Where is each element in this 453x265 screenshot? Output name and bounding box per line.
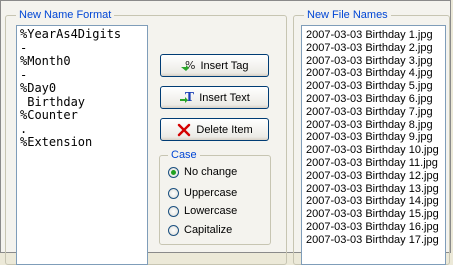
list-item[interactable]: 2007-03-03 Birthday 9.jpg xyxy=(306,131,445,144)
list-item[interactable]: 2007-03-03 Birthday 6.jpg xyxy=(306,93,445,106)
list-item[interactable]: 2007-03-03 Birthday 8.jpg xyxy=(306,119,445,132)
format-line[interactable]: %Day0 xyxy=(20,81,147,96)
list-item[interactable]: 2007-03-03 Birthday 14.jpg xyxy=(306,195,445,208)
list-item[interactable]: 2007-03-03 Birthday 12.jpg xyxy=(306,170,445,183)
list-item[interactable]: 2007-03-03 Birthday 3.jpg xyxy=(306,55,445,68)
file-names-list[interactable]: 2007-03-03 Birthday 1.jpg 2007-03-03 Birt… xyxy=(301,25,446,265)
list-item[interactable]: 2007-03-03 Birthday 16.jpg xyxy=(306,221,445,234)
svg-text:T: T xyxy=(185,90,194,104)
list-item[interactable]: 2007-03-03 Birthday 4.jpg xyxy=(306,67,445,80)
list-item[interactable]: 2007-03-03 Birthday 7.jpg xyxy=(306,106,445,119)
list-item[interactable]: 2007-03-03 Birthday 17.jpg xyxy=(306,234,445,247)
case-group: Case No change Uppercase Lowercase Capit… xyxy=(159,148,271,245)
insert-text-button[interactable]: T Insert Text xyxy=(160,86,269,109)
list-item[interactable]: 2007-03-03 Birthday 13.jpg xyxy=(306,183,445,196)
text-arrow-icon: T xyxy=(179,90,195,106)
format-line[interactable]: - xyxy=(20,41,147,56)
radio-capitalize[interactable]: Capitalize xyxy=(168,224,232,236)
dialog-panel: New Name Format %YearAs4Digits - %Month0-%… xyxy=(0,0,451,265)
list-item[interactable]: 2007-03-03 Birthday 2.jpg xyxy=(306,42,445,55)
format-list[interactable]: %YearAs4Digits - %Month0- %Day0 Birthday %Co… xyxy=(16,25,148,265)
format-line[interactable]: . xyxy=(20,122,147,137)
radio-label-no-change: No change xyxy=(184,166,238,178)
list-item[interactable]: 2007-03-03 Birthday 11.jpg xyxy=(306,157,445,170)
radio-button-selected[interactable] xyxy=(168,166,179,178)
insert-tag-button[interactable]: % Insert Tag xyxy=(160,54,269,77)
list-item[interactable]: 2007-03-03 Birthday 1.jpg xyxy=(306,29,445,42)
new-name-format-title: New Name Format xyxy=(16,8,115,22)
percent-arrow-icon: % xyxy=(180,58,196,74)
insert-tag-label: Insert Tag xyxy=(200,59,249,72)
format-line[interactable]: %Month0 xyxy=(20,54,147,69)
radio-no-change[interactable]: No change xyxy=(168,166,237,178)
radio-label-capitalize: Capitalize xyxy=(184,224,233,236)
radio-uppercase[interactable]: Uppercase xyxy=(168,187,237,199)
delete-item-button[interactable]: Delete Item xyxy=(160,118,269,141)
radio-lowercase[interactable]: Lowercase xyxy=(168,205,237,217)
format-line[interactable]: %Extension xyxy=(20,135,147,150)
new-file-names-title: New File Names xyxy=(304,8,391,22)
list-item[interactable]: 2007-03-03 Birthday 15.jpg xyxy=(306,208,445,221)
radio-button[interactable] xyxy=(168,187,179,199)
format-line[interactable]: - xyxy=(20,68,147,83)
radio-button[interactable] xyxy=(168,224,179,236)
format-line[interactable]: Birthday xyxy=(20,95,147,110)
radio-label-uppercase: Uppercase xyxy=(184,187,238,199)
insert-text-label: Insert Text xyxy=(199,91,250,104)
list-item[interactable]: 2007-03-03 Birthday 10.jpg xyxy=(306,144,445,157)
list-item[interactable]: 2007-03-03 Birthday 5.jpg xyxy=(306,80,445,93)
delete-item-label: Delete Item xyxy=(196,123,253,136)
format-line[interactable]: %Counter xyxy=(20,108,147,123)
case-title: Case xyxy=(168,148,200,162)
radio-label-lowercase: Lowercase xyxy=(184,205,238,217)
format-line[interactable]: %YearAs4Digits xyxy=(20,27,147,42)
radio-button[interactable] xyxy=(168,205,179,217)
red-x-icon xyxy=(176,122,192,138)
